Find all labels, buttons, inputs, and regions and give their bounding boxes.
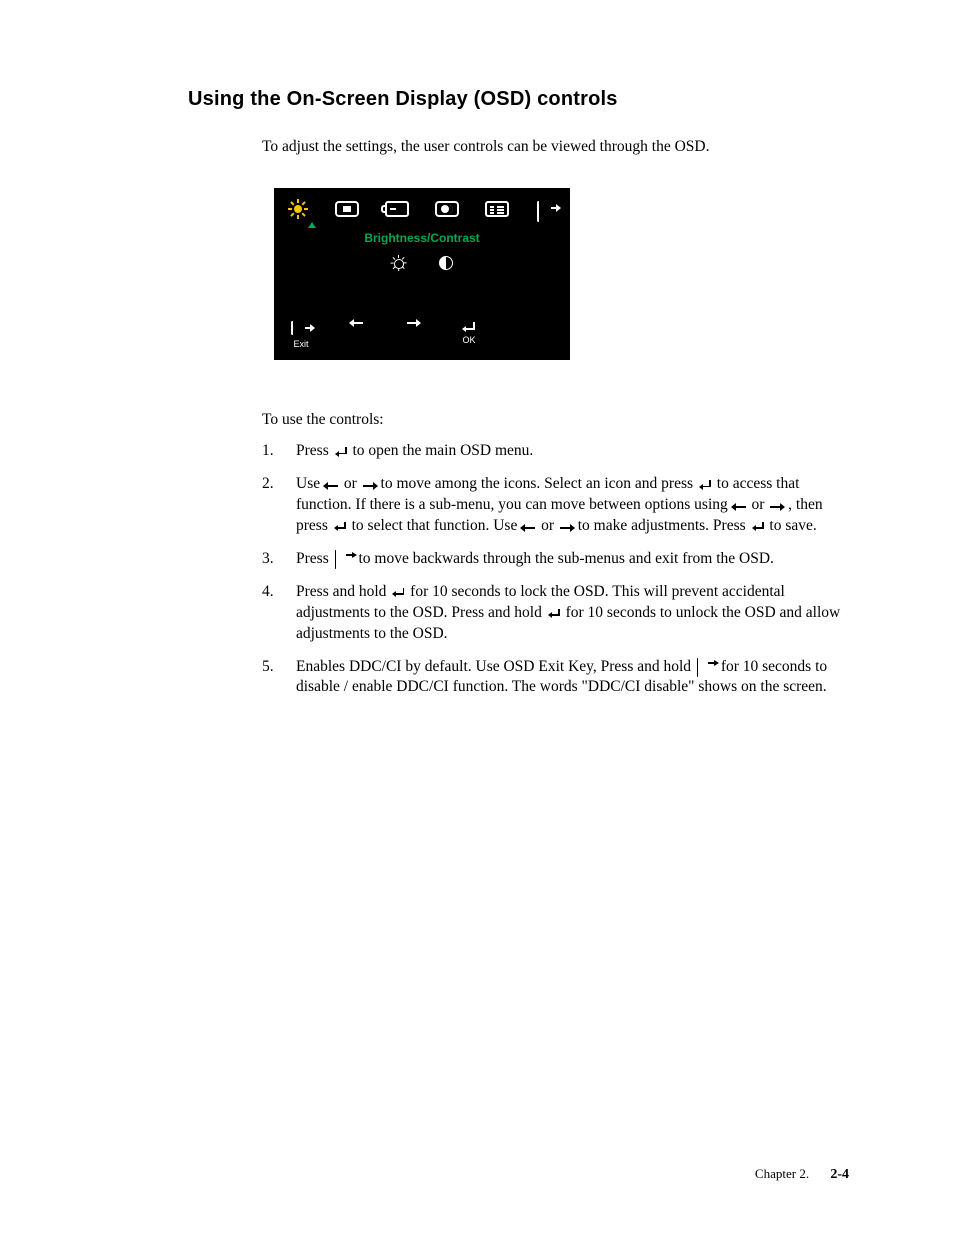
brightness-icon bbox=[391, 256, 405, 270]
enter-icon bbox=[463, 322, 475, 332]
arrow-right-icon bbox=[560, 527, 572, 529]
instruction-step: Press to move backwards through the sub-… bbox=[262, 549, 849, 570]
arrow-right-icon bbox=[770, 506, 782, 508]
osd-menu-title: Brightness/Contrast bbox=[274, 228, 570, 254]
osd-right-button bbox=[398, 322, 428, 324]
input-icon bbox=[385, 201, 409, 217]
step-text: Press and hold bbox=[296, 583, 390, 600]
contrast-icon bbox=[439, 256, 453, 270]
osd-ok-button: OK bbox=[454, 322, 484, 346]
instruction-step: Use or to move among the icons. Select a… bbox=[262, 474, 849, 537]
osd-bottom-row: Exit OK bbox=[274, 316, 570, 360]
instruction-list: Press to open the main OSD menu. Use or … bbox=[262, 441, 849, 698]
step-text: Press bbox=[296, 442, 333, 459]
enter-icon bbox=[548, 609, 560, 619]
step-text: to save. bbox=[769, 517, 816, 534]
enter-icon bbox=[699, 480, 711, 490]
enter-icon bbox=[334, 522, 346, 532]
arrow-left-icon bbox=[734, 506, 746, 508]
osd-icon-exit bbox=[535, 198, 558, 220]
exit-icon bbox=[697, 658, 715, 670]
osd-icon-brightness bbox=[286, 198, 309, 220]
enter-icon bbox=[335, 447, 347, 457]
osd-top-icon-row bbox=[274, 188, 570, 228]
page-footer: Chapter 2. 2-4 bbox=[755, 1165, 849, 1185]
instructions-intro: To use the controls: bbox=[262, 410, 849, 431]
osd-icon-image-position bbox=[335, 198, 359, 220]
color-icon bbox=[435, 201, 459, 217]
step-text: Use bbox=[296, 475, 324, 492]
arrow-left-icon bbox=[326, 485, 338, 487]
instruction-step: Press and hold for 10 seconds to lock th… bbox=[262, 582, 849, 645]
exit-icon bbox=[537, 202, 557, 216]
section-heading: Using the On-Screen Display (OSD) contro… bbox=[188, 86, 849, 113]
step-text: Press bbox=[296, 550, 333, 567]
osd-figure: Brightness/Contrast Exit bbox=[274, 188, 570, 360]
footer-chapter: Chapter 2. bbox=[755, 1166, 809, 1181]
step-text: or bbox=[752, 496, 769, 513]
arrow-right-icon bbox=[407, 322, 419, 324]
osd-exit-button: Exit bbox=[286, 322, 316, 350]
step-text: or bbox=[541, 517, 558, 534]
osd-icon-input bbox=[385, 198, 409, 220]
step-text: to move among the icons. Select an icon … bbox=[381, 475, 697, 492]
exit-label: Exit bbox=[293, 338, 308, 350]
arrow-left-icon bbox=[523, 527, 535, 529]
osd-icon-color bbox=[435, 198, 459, 220]
step-text: to move backwards through the sub-menus … bbox=[358, 550, 773, 567]
intro-paragraph: To adjust the settings, the user control… bbox=[262, 137, 849, 158]
arrow-right-icon bbox=[363, 485, 375, 487]
step-text: to open the main OSD menu. bbox=[352, 442, 533, 459]
document-page: Using the On-Screen Display (OSD) contro… bbox=[0, 0, 954, 1235]
osd-icon-options bbox=[485, 198, 509, 220]
enter-icon bbox=[752, 522, 764, 532]
osd-left-button bbox=[342, 322, 372, 324]
step-text: Enables DDC/CI by default. Use OSD Exit … bbox=[296, 658, 695, 675]
instruction-step: Enables DDC/CI by default. Use OSD Exit … bbox=[262, 657, 849, 699]
menu-icon bbox=[485, 201, 509, 217]
exit-icon bbox=[335, 550, 353, 562]
arrow-left-icon bbox=[351, 322, 363, 324]
step-text: to select that function. Use bbox=[352, 517, 522, 534]
osd-submenu-row bbox=[274, 254, 570, 316]
ok-label: OK bbox=[462, 334, 475, 346]
step-text: to make adjustments. Press bbox=[578, 517, 750, 534]
sun-icon bbox=[290, 201, 306, 217]
instruction-step: Press to open the main OSD menu. bbox=[262, 441, 849, 462]
screen-icon bbox=[335, 201, 359, 217]
exit-icon bbox=[291, 322, 311, 336]
selection-indicator-icon bbox=[308, 222, 316, 228]
enter-icon bbox=[392, 588, 404, 598]
footer-page-number: 2-4 bbox=[830, 1167, 849, 1182]
step-text: or bbox=[344, 475, 361, 492]
